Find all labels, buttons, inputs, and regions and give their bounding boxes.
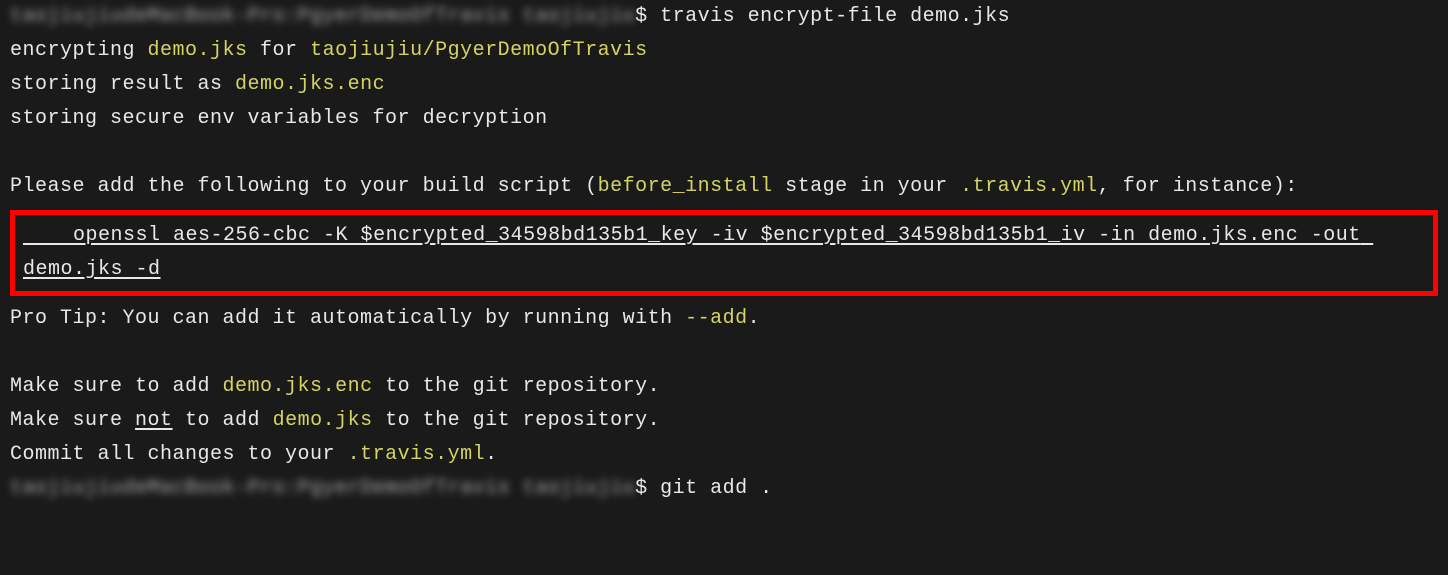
dollar-sign: $ bbox=[635, 477, 660, 500]
terminal-output-protip: Pro Tip: You can add it automatically by… bbox=[10, 302, 1438, 336]
filename: demo.jks bbox=[273, 409, 373, 432]
stage-name: before_install bbox=[598, 175, 773, 198]
highlighted-command-box: openssl aes-256-cbc -K $encrypted_34598b… bbox=[10, 210, 1438, 296]
command-input: git add . bbox=[660, 477, 773, 500]
terminal-output-storing-env: storing secure env variables for decrypt… bbox=[10, 102, 1438, 136]
repo-name: taojiujiu/PgyerDemoOfTravis bbox=[310, 39, 648, 62]
flag: --add bbox=[685, 307, 748, 330]
config-file: .travis.yml bbox=[960, 175, 1098, 198]
command-input: travis encrypt-file demo.jks bbox=[660, 5, 1010, 28]
blank-line bbox=[10, 136, 1438, 170]
terminal-line-prompt-1: taojiujiudeMacBook-Pro:PgyerDemoOfTravis… bbox=[10, 0, 1438, 34]
config-file: .travis.yml bbox=[348, 443, 486, 466]
terminal-output-not-add: Make sure not to add demo.jks to the git… bbox=[10, 404, 1438, 438]
terminal-output-instruction: Please add the following to your build s… bbox=[10, 170, 1438, 204]
filename: demo.jks bbox=[148, 39, 248, 62]
blank-line bbox=[10, 336, 1438, 370]
terminal-output-add-enc: Make sure to add demo.jks.enc to the git… bbox=[10, 370, 1438, 404]
terminal-line-prompt-2: taojiujiudeMacBook-Pro:PgyerDemoOfTravis… bbox=[10, 472, 1438, 506]
terminal-output-storing-result: storing result as demo.jks.enc bbox=[10, 68, 1438, 102]
dollar-sign: $ bbox=[635, 5, 660, 28]
filename: demo.jks.enc bbox=[235, 73, 385, 96]
openssl-command: openssl aes-256-cbc -K $encrypted_34598b… bbox=[23, 219, 1425, 287]
emphasis-not: not bbox=[135, 409, 173, 432]
blurred-prompt: taojiujiudeMacBook-Pro:PgyerDemoOfTravis… bbox=[10, 477, 635, 500]
terminal-output-commit: Commit all changes to your .travis.yml. bbox=[10, 438, 1438, 472]
terminal-output-encrypting: encrypting demo.jks for taojiujiu/PgyerD… bbox=[10, 34, 1438, 68]
blurred-prompt: taojiujiudeMacBook-Pro:PgyerDemoOfTravis… bbox=[10, 5, 635, 28]
filename: demo.jks.enc bbox=[223, 375, 373, 398]
